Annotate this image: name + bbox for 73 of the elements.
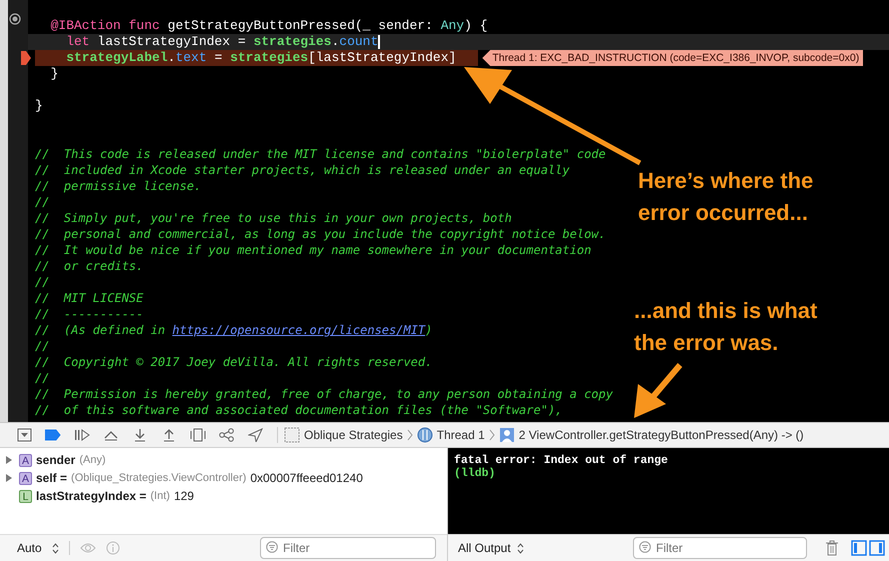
step-out-icon[interactable] <box>161 428 177 442</box>
breadcrumb-item[interactable]: Thread 1 <box>436 428 485 442</box>
console-message: fatal error: Index out of range <box>454 454 668 467</box>
code-comment: // This code is released under the MIT license and contains "biolerplate" code <box>35 146 606 162</box>
code-comment: // Simply put, you're free to use this in your own projects, both <box>35 210 512 226</box>
code-comment: // included in Xcode starter projects, which is released under an equally <box>35 162 570 178</box>
stack-frame-icon <box>498 427 515 443</box>
outlet-connection-icon[interactable] <box>9 13 21 25</box>
code-comment: // of this software and associated documentation files (the "Software"), <box>35 402 562 418</box>
error-marker-icon <box>21 51 31 65</box>
error-message: Thread 1: EXC_BAD_INSTRUCTION (code=EXC_I386_INVOP, subcode=0x0) <box>482 50 864 66</box>
annotation-text: Here’s where the error occurred... <box>638 167 814 227</box>
code-comment: // Copyright © 2017 Joey deVilla. All rights reserved. <box>35 354 432 370</box>
continue-icon[interactable] <box>74 428 90 442</box>
memory-graph-icon[interactable] <box>219 428 235 442</box>
scope-selector[interactable]: Auto <box>17 541 42 555</box>
chevron-icon <box>406 429 413 441</box>
code-comment: // personal and commercial, as long as you include the copyright notice below. <box>35 226 606 242</box>
variable-kind-badge: A <box>19 454 32 466</box>
filter-icon <box>266 541 278 553</box>
variable-name: self = <box>36 471 68 485</box>
disclosure-triangle-icon[interactable] <box>5 455 13 465</box>
license-link[interactable]: https://opensource.org/licenses/MIT <box>172 323 426 337</box>
text-cursor <box>378 35 380 49</box>
code-line: strategyLabel.text = strategies[lastStrategyIndex] <box>65 50 456 66</box>
variable-name: sender <box>36 453 76 467</box>
code-line: } <box>35 98 43 114</box>
code-line: } <box>50 66 58 82</box>
filter-field[interactable]: Filter <box>633 537 807 559</box>
filter-icon <box>639 541 651 553</box>
variable-type: (Int) <box>150 490 170 502</box>
step-into-icon[interactable] <box>132 428 148 442</box>
code-line: @IBAction func getStrategyButtonPressed(_ sender: Any) { <box>50 18 488 34</box>
variable-value: 0x00007ffeeed01240 <box>250 471 363 485</box>
code-comment: // <box>35 194 50 210</box>
updown-caret-icon[interactable] <box>52 542 59 554</box>
code-comment: // or credits. <box>35 258 144 274</box>
breadcrumb-item[interactable]: 2 ViewController.getStrategyButtonPressed(Any) -> () <box>518 428 804 442</box>
variable-name: lastStrategyIndex = <box>36 489 146 503</box>
breakpoint-icon[interactable] <box>45 429 61 441</box>
code-line: let lastStrategyIndex = strategies.count <box>65 34 378 50</box>
updown-caret-icon[interactable] <box>516 542 524 554</box>
code-comment: // Permission is hereby granted, free of charge, to any person obtaining a copy <box>35 386 613 402</box>
view-hierarchy-icon[interactable] <box>190 428 206 442</box>
location-arrow-icon[interactable] <box>248 428 264 442</box>
annotation-text: ...and this is what the error was. <box>634 297 818 357</box>
project-icon <box>284 427 300 443</box>
code-comment: // (As defined in https://opensource.org/licenses/MIT) <box>35 322 432 338</box>
code-comment: // ----------- <box>35 306 144 322</box>
code-comment: // It would be nice if you mentioned my name somewhere in your documentation <box>35 242 592 258</box>
disclosure-triangle-icon[interactable] <box>5 473 13 483</box>
filter-field[interactable]: Filter <box>260 537 436 559</box>
variable-value: 129 <box>174 489 194 503</box>
output-selector[interactable]: All Output <box>458 541 511 555</box>
code-comment: // <box>35 338 50 354</box>
divider-icon <box>68 541 70 555</box>
annotation-arrow <box>634 363 682 418</box>
variable-type: (Any) <box>79 454 106 466</box>
code-comment: // MIT LICENSE <box>35 290 144 306</box>
thread-icon <box>416 427 433 443</box>
code-comment: // permissive license. <box>35 178 202 194</box>
code-comment: // <box>35 370 50 386</box>
variable-kind-badge: L <box>19 490 32 502</box>
left-pane-toggle-icon[interactable] <box>851 540 867 556</box>
debugger-prompt: (lldb) <box>454 467 496 480</box>
code-comment: // <box>35 274 50 290</box>
breadcrumb-item[interactable]: Oblique Strategies <box>304 428 403 442</box>
variable-kind-badge: A <box>19 472 32 484</box>
hide-debug-area-icon[interactable] <box>17 428 32 442</box>
trash-icon[interactable] <box>825 540 839 556</box>
variable-type: (Oblique_Strategies.ViewController) <box>71 472 246 484</box>
chevron-icon <box>488 429 495 441</box>
right-pane-toggle-icon[interactable] <box>869 540 885 556</box>
